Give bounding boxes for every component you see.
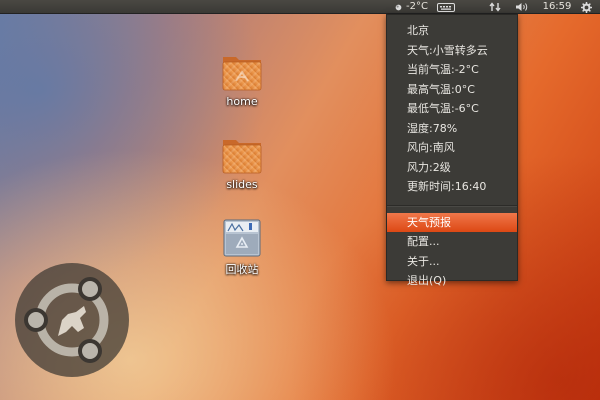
volume-indicator[interactable] (514, 0, 530, 14)
menu-info-humidity: 湿度:78% (407, 121, 458, 135)
menu-info-wind-force: 风力:2级 (407, 160, 451, 174)
desktop-icon-slides[interactable]: slides (207, 134, 277, 191)
keyboard-indicator[interactable] (436, 0, 456, 14)
volume-icon (516, 3, 528, 11)
weather-icon (395, 4, 402, 10)
network-indicator[interactable] (488, 0, 502, 14)
menu-item-about[interactable]: 关于... (387, 252, 517, 272)
clock[interactable]: 16:59 (538, 0, 576, 14)
desktop-icon-label: home (226, 95, 258, 108)
menu-item-quit[interactable]: 退出(Q) (387, 271, 517, 291)
keyboard-icon (437, 2, 455, 12)
menu-separator (387, 204, 517, 207)
session-menu[interactable] (578, 0, 594, 14)
top-panel: -2°C 16:59 (0, 0, 600, 14)
weather-dropdown-menu: 北京 天气:小雪转多云 当前气温:-2°C 最高气温:0°C 最低气温:-6°C… (386, 14, 518, 287)
menu-info-city: 北京 (407, 24, 429, 37)
menu-item-preferences[interactable]: 配置... (387, 232, 517, 252)
desktop-icon-label: slides (226, 178, 258, 191)
weather-indicator[interactable]: -2°C (389, 0, 433, 14)
ubuntu-logo-icon (15, 263, 129, 377)
menu-info-wind-direction: 风向:南风 (407, 141, 455, 154)
folder-icon (222, 57, 262, 91)
menu-item-forecast[interactable]: 天气预报 (387, 212, 517, 232)
settings-gear-icon (580, 1, 592, 13)
menu-info-high-temp: 最高气温:0°C (407, 82, 475, 96)
desktop-icon-trash[interactable]: 回收站 (207, 217, 277, 277)
desktop-icon-home[interactable]: home (207, 51, 277, 108)
desktop-icon-label: 回收站 (225, 263, 259, 276)
temperature-label: -2°C (406, 1, 428, 12)
menu-info-condition: 天气:小雪转多云 (407, 43, 488, 57)
menu-info-low-temp: 最低气温:-6°C (407, 102, 479, 115)
menu-info-update-time: 更新时间:16:40 (407, 180, 487, 193)
trash-icon (223, 219, 261, 257)
menu-info-current-temp: 当前气温:-2°C (407, 63, 479, 76)
folder-icon (222, 140, 262, 174)
network-icon (489, 2, 501, 12)
